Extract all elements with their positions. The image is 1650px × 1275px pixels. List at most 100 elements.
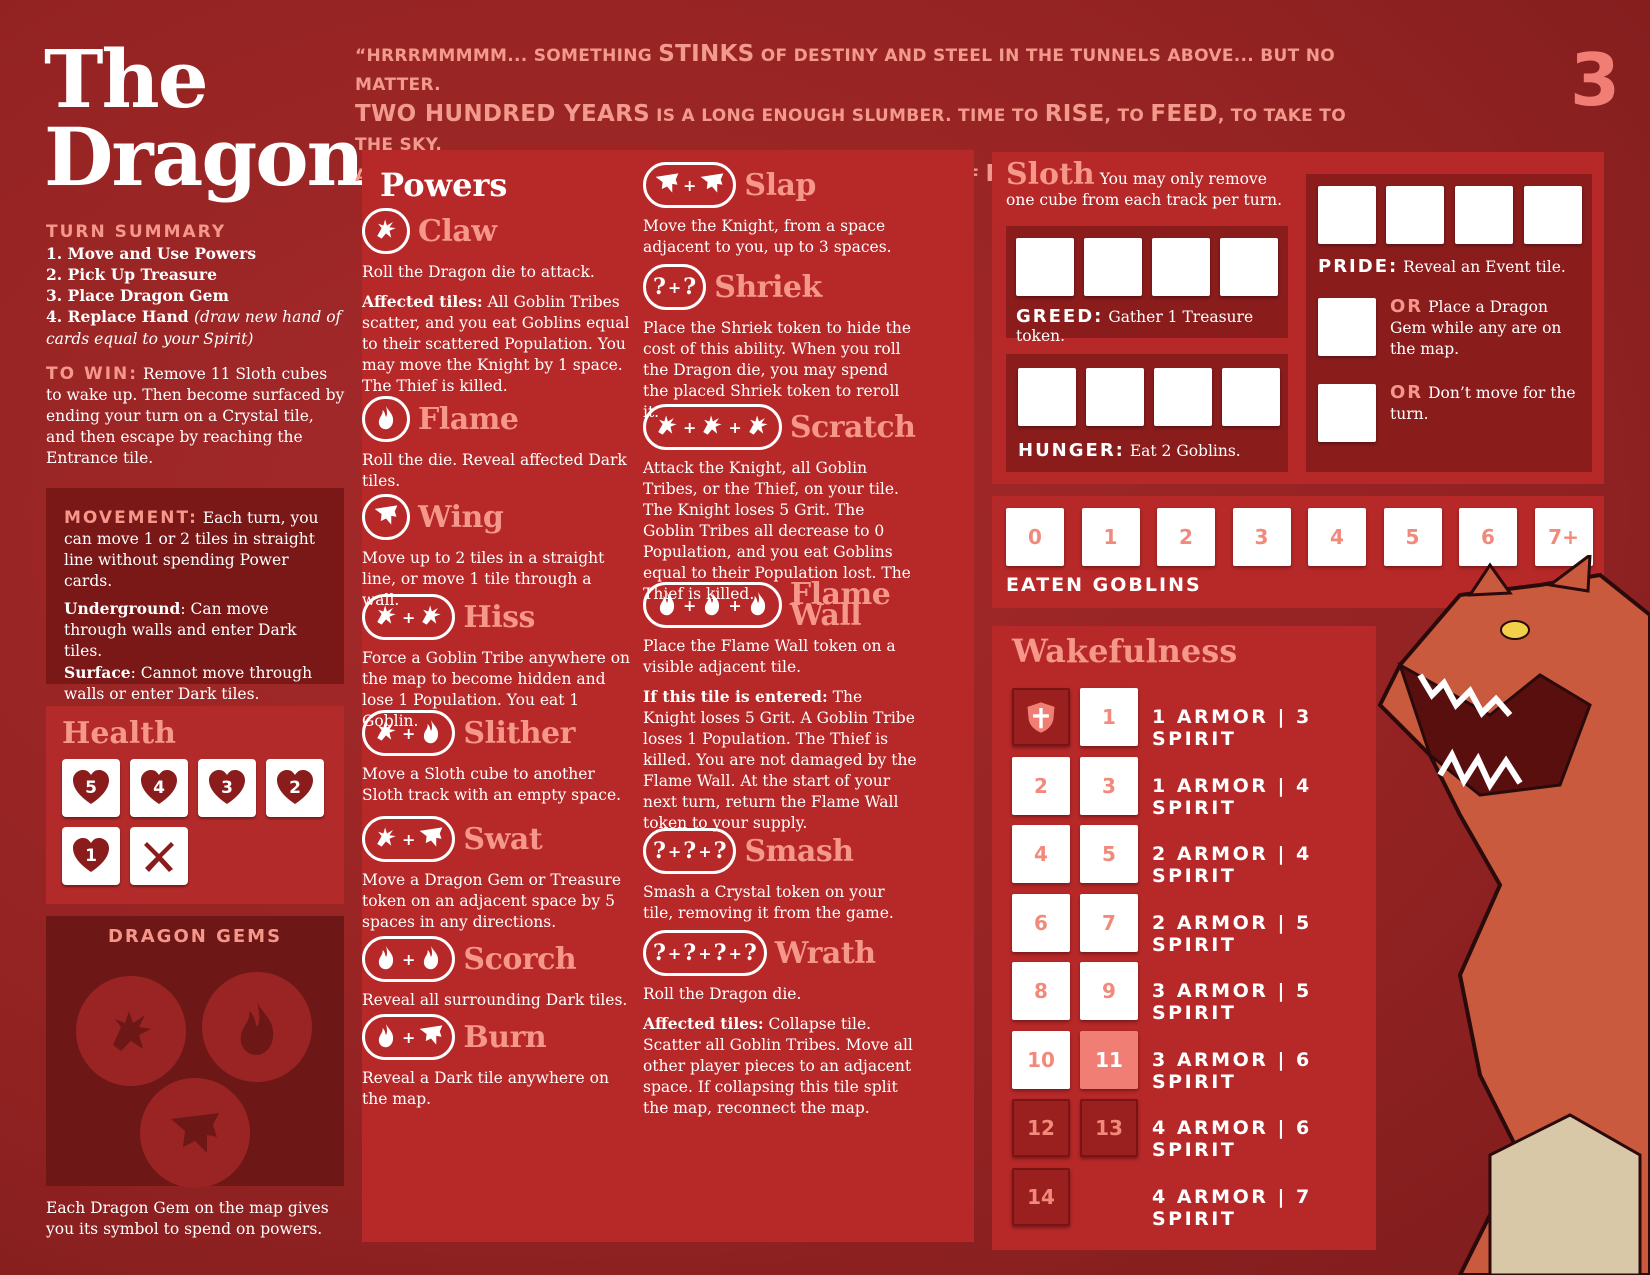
wakefulness-space[interactable]: 14 xyxy=(1012,1167,1070,1226)
power-cost[interactable]: + xyxy=(362,594,456,640)
sloth-cube-slot[interactable] xyxy=(1016,238,1074,296)
quote-segment: FEED xyxy=(1150,101,1218,127)
claw-icon xyxy=(372,601,400,633)
eaten-goblins-space[interactable]: 0 xyxy=(1006,508,1064,566)
movement-box: MOVEMENT: Each turn, you can move 1 or 2… xyxy=(46,488,344,703)
wakefulness-space[interactable]: 13 xyxy=(1080,1099,1138,1157)
power-description: If this tile is entered: The Knight lose… xyxy=(643,687,917,832)
surface-label: Surface xyxy=(64,663,131,682)
power-cost[interactable]: + + xyxy=(643,582,782,628)
plus-symbol: + xyxy=(667,277,682,297)
power-cost[interactable] xyxy=(362,208,410,254)
wakefulness-space[interactable]: 3 xyxy=(1080,756,1138,815)
power-cost[interactable] xyxy=(362,396,410,442)
eaten-goblins-space[interactable]: 3 xyxy=(1232,508,1291,566)
plus-symbol: + xyxy=(683,595,697,615)
wild-cost-icon: ? xyxy=(653,939,666,966)
flame-icon xyxy=(417,943,445,975)
svg-text:3: 3 xyxy=(221,778,233,798)
turn-step-4: 4. Replace Hand xyxy=(46,307,189,326)
wing-icon xyxy=(417,823,445,855)
power-cost[interactable] xyxy=(362,494,410,540)
claw-icon xyxy=(744,411,772,443)
pride-or-1: OR Place a Dragon Gem while any are on t… xyxy=(1390,296,1562,358)
power-cost[interactable]: + xyxy=(362,710,456,756)
sloth-cube-slot[interactable] xyxy=(1524,186,1582,244)
power-description: Move a Dragon Gem or Treasure token on a… xyxy=(362,871,621,931)
plus-symbol: + xyxy=(728,417,742,437)
wakefulness-space[interactable]: 12 xyxy=(1012,1099,1070,1157)
power-description: Roll the Dragon die to attack. xyxy=(362,263,595,281)
power-name: Smash xyxy=(744,833,854,869)
wakefulness-space[interactable]: 4 xyxy=(1012,825,1070,883)
sloth-cube-slot[interactable] xyxy=(1455,186,1513,244)
shield-icon[interactable] xyxy=(1012,688,1070,746)
flame-icon xyxy=(372,1021,400,1053)
heart-icon[interactable]: 5 xyxy=(62,759,120,817)
wakefulness-space[interactable]: 2 xyxy=(1012,756,1070,815)
dragon-gems-note: Each Dragon Gem on the map gives you its… xyxy=(46,1199,329,1238)
flame-gem-icon xyxy=(202,972,312,1082)
power-smash: ? +? +? Smash Smash a Crystal token on your … xyxy=(643,826,918,932)
heart-icon[interactable]: 4 xyxy=(130,759,188,817)
sloth-cube-slot[interactable] xyxy=(1086,368,1144,426)
eaten-goblins-label: EATEN GOBLINS xyxy=(1006,574,1202,596)
sloth-cube-slot[interactable] xyxy=(1318,384,1376,442)
power-flame-wall: + + Flame Wall Place the Flame Wall token o… xyxy=(643,580,918,842)
sloth-cube-slot[interactable] xyxy=(1386,186,1444,244)
turn-step: 3. Place Dragon Gem xyxy=(46,286,229,305)
turn-summary-heading: TURN SUMMARY xyxy=(46,222,227,242)
svg-text:4: 4 xyxy=(153,778,165,798)
sloth-cube-slot[interactable] xyxy=(1220,238,1278,296)
wakefulness-space[interactable]: 7 xyxy=(1080,893,1138,952)
power-name: Slap xyxy=(744,167,816,203)
plus-symbol: + xyxy=(728,595,742,615)
heart-icon[interactable]: 1 xyxy=(62,827,120,885)
sloth-cube-slot[interactable] xyxy=(1222,368,1280,426)
power-cost[interactable]: + + xyxy=(643,404,782,450)
wild-cost-icon: ? xyxy=(683,273,697,300)
power-cost[interactable]: ? +? xyxy=(643,264,707,310)
wakefulness-space[interactable]: 10 xyxy=(1012,1030,1070,1089)
sloth-cube-slot[interactable] xyxy=(1018,368,1076,426)
pride-or-2: OR Don’t move for the turn. xyxy=(1390,382,1576,423)
sloth-cube-slot[interactable] xyxy=(1152,238,1210,296)
wakefulness-space[interactable]: 1 xyxy=(1080,688,1138,746)
power-description: Move a Sloth cube to another Sloth track… xyxy=(362,765,622,804)
power-cost[interactable]: + xyxy=(362,936,456,982)
wild-cost-icon: ? xyxy=(713,939,727,966)
power-cost[interactable]: + xyxy=(362,1014,456,1060)
wakefulness-space[interactable]: 9 xyxy=(1080,962,1138,1020)
left-column: TURN SUMMARY 1. Move and Use Powers 2. P… xyxy=(46,222,346,469)
eaten-goblins-space[interactable]: 2 xyxy=(1157,508,1215,566)
wakefulness-space[interactable]: 8 xyxy=(1012,962,1070,1020)
health-title: Health xyxy=(62,716,176,751)
quote-segment: IS A LONG ENOUGH SLUMBER. TIME TO xyxy=(649,106,1045,126)
plus-symbol: + xyxy=(402,949,416,969)
sloth-cube-slot[interactable] xyxy=(1084,238,1142,296)
wakefulness-space[interactable]: 11 xyxy=(1080,1030,1138,1089)
power-cost[interactable]: ? +? +? +? xyxy=(643,930,767,976)
heart-icon[interactable]: 2 xyxy=(266,759,324,817)
to-win: TO WIN: Remove 11 Sloth cubes to wake up… xyxy=(46,364,346,469)
power-description: Move the Knight, from a space adjacent t… xyxy=(643,217,892,256)
wakefulness-space[interactable]: 6 xyxy=(1012,893,1070,952)
sloth-cube-slot[interactable] xyxy=(1318,186,1376,244)
power-cost[interactable]: + xyxy=(362,816,456,862)
claw-icon xyxy=(417,601,445,633)
flame-icon xyxy=(653,589,681,621)
power-wrath: ? +? +? +? Wrath Roll the Dragon die. Affected… xyxy=(643,928,918,1127)
heart-icon[interactable]: 3 xyxy=(198,759,256,817)
crossed-bones-icon[interactable] xyxy=(130,827,188,885)
sloth-cube-slot[interactable] xyxy=(1318,298,1376,356)
svg-text:1: 1 xyxy=(85,846,97,866)
quote-segment: , TO xyxy=(1104,106,1151,126)
power-cost[interactable]: + xyxy=(643,162,737,208)
turn-step: 2. Pick Up Treasure xyxy=(46,265,217,284)
wild-cost-icon: ? xyxy=(683,837,697,864)
wakefulness-space[interactable]: 5 xyxy=(1080,825,1138,883)
eaten-goblins-space[interactable]: 1 xyxy=(1081,508,1140,566)
wing-icon xyxy=(698,169,726,201)
power-cost[interactable]: ? +? +? xyxy=(643,828,737,874)
sloth-cube-slot[interactable] xyxy=(1154,368,1212,426)
